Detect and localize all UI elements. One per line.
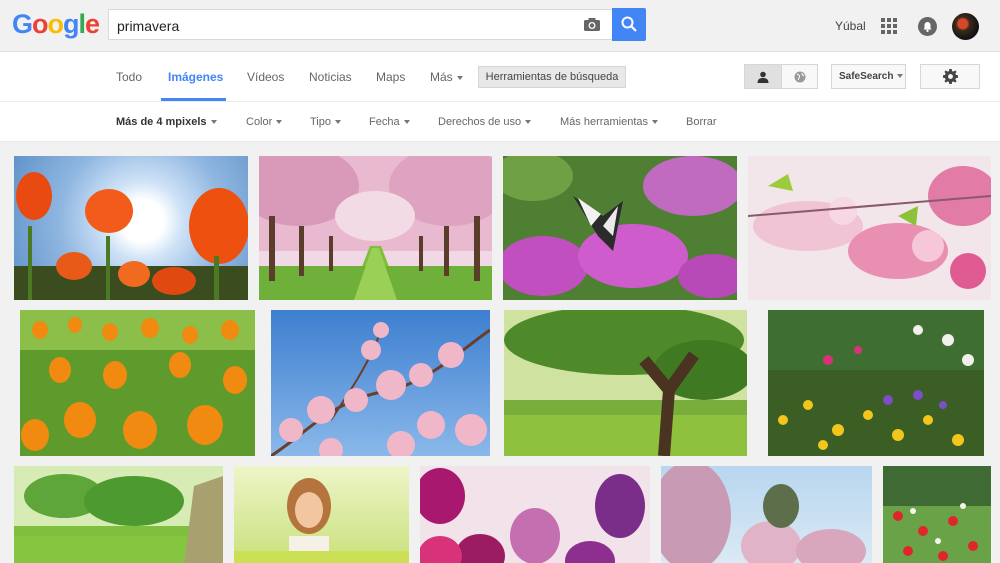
- notifications-bell-icon[interactable]: [918, 17, 937, 36]
- image-tulips-sun: [14, 172, 248, 300]
- image-result[interactable]: [271, 310, 490, 456]
- chevron-down-icon: [276, 120, 283, 125]
- image-butterfly-flowers: [503, 156, 737, 300]
- tab-all[interactable]: Todo: [116, 70, 142, 84]
- image-result[interactable]: [14, 466, 223, 563]
- color-filter-dropdown[interactable]: Color: [246, 116, 283, 128]
- size-filter-label: Más de 4 mpixels: [116, 116, 207, 128]
- size-filter-dropdown[interactable]: Más de 4 mpixels: [116, 116, 217, 128]
- image-result[interactable]: [259, 156, 492, 300]
- image-purple-tulips: [420, 468, 645, 563]
- chevron-down-icon: [897, 74, 904, 79]
- image-result[interactable]: [661, 466, 872, 563]
- search-button[interactable]: [612, 8, 646, 41]
- safesearch-label: SafeSearch: [839, 71, 894, 82]
- type-filter-label: Tipo: [310, 116, 331, 128]
- image-flower-garden: [768, 310, 984, 456]
- image-result[interactable]: [504, 310, 747, 456]
- active-tab-indicator: [161, 98, 226, 101]
- image-tree-sunlight: [504, 310, 747, 456]
- globe-icon[interactable]: [794, 71, 806, 83]
- logo-letter: e: [85, 9, 100, 39]
- tab-more-label: Más: [430, 70, 453, 84]
- usage-rights-label: Derechos de uso: [438, 116, 522, 128]
- search-tools-row: Más de 4 mpixels Color Tipo Fecha Derech…: [0, 102, 1000, 142]
- chevron-down-icon: [525, 120, 532, 125]
- image-park-trees: [14, 466, 223, 563]
- image-result[interactable]: [234, 466, 409, 563]
- account-avatar[interactable]: [952, 13, 979, 40]
- image-cherry-avenue: [259, 156, 492, 300]
- tab-maps[interactable]: Maps: [376, 70, 405, 84]
- clear-filters-link[interactable]: Borrar: [686, 116, 717, 128]
- image-blossom-sky: [271, 322, 490, 456]
- camera-icon[interactable]: [583, 16, 601, 33]
- google-logo[interactable]: Google: [12, 9, 100, 40]
- date-filter-label: Fecha: [369, 116, 400, 128]
- chevron-down-icon: [456, 75, 463, 80]
- image-results-grid: [0, 142, 1000, 563]
- search-input[interactable]: [115, 10, 579, 41]
- apps-grid-icon[interactable]: [881, 18, 897, 34]
- chevron-down-icon: [210, 120, 217, 125]
- logo-letter: o: [32, 9, 48, 39]
- image-tulip-field: [20, 310, 255, 456]
- chevron-down-icon: [652, 120, 659, 125]
- search-icon: [621, 16, 637, 32]
- tab-more[interactable]: Más: [430, 70, 463, 84]
- chevron-down-icon: [403, 120, 410, 125]
- safesearch-dropdown[interactable]: SafeSearch: [831, 64, 906, 89]
- logo-letter: g: [63, 9, 79, 39]
- image-result[interactable]: [768, 310, 984, 456]
- tab-videos[interactable]: Vídeos: [247, 70, 284, 84]
- type-filter-dropdown[interactable]: Tipo: [310, 116, 341, 128]
- image-result[interactable]: [748, 156, 991, 300]
- image-pink-blossom-macro: [748, 156, 991, 300]
- search-tools-button[interactable]: Herramientas de búsqueda: [478, 66, 626, 88]
- more-tools-dropdown[interactable]: Más herramientas: [560, 116, 659, 128]
- logo-letter: G: [12, 9, 33, 39]
- user-name-link[interactable]: Yúbal: [835, 19, 866, 33]
- image-result[interactable]: [503, 156, 737, 300]
- personal-results-button[interactable]: [745, 65, 782, 88]
- image-red-flowers-field: [883, 466, 991, 561]
- top-header: Google Yúbal: [0, 0, 1000, 52]
- image-result[interactable]: [20, 310, 255, 456]
- logo-letter: o: [47, 9, 64, 39]
- image-result[interactable]: [883, 466, 991, 563]
- color-filter-label: Color: [246, 116, 273, 128]
- image-woman-meadow: [234, 478, 409, 563]
- search-box: [108, 9, 614, 41]
- date-filter-dropdown[interactable]: Fecha: [369, 116, 410, 128]
- chevron-down-icon: [335, 120, 341, 125]
- gear-icon: [943, 69, 958, 84]
- bell-icon: [923, 22, 932, 32]
- image-result[interactable]: [420, 466, 650, 563]
- tab-images[interactable]: Imágenes: [168, 70, 223, 84]
- usage-rights-dropdown[interactable]: Derechos de uso: [438, 116, 532, 128]
- more-tools-label: Más herramientas: [560, 116, 649, 128]
- search-type-nav: Todo Imágenes Vídeos Noticias Maps Más H…: [0, 52, 1000, 102]
- settings-button[interactable]: [920, 64, 980, 89]
- person-icon: [757, 71, 769, 83]
- image-blossom-town: [661, 466, 866, 563]
- results-mode-toggle: [744, 64, 818, 89]
- image-result[interactable]: [14, 156, 248, 300]
- tab-news[interactable]: Noticias: [309, 70, 352, 84]
